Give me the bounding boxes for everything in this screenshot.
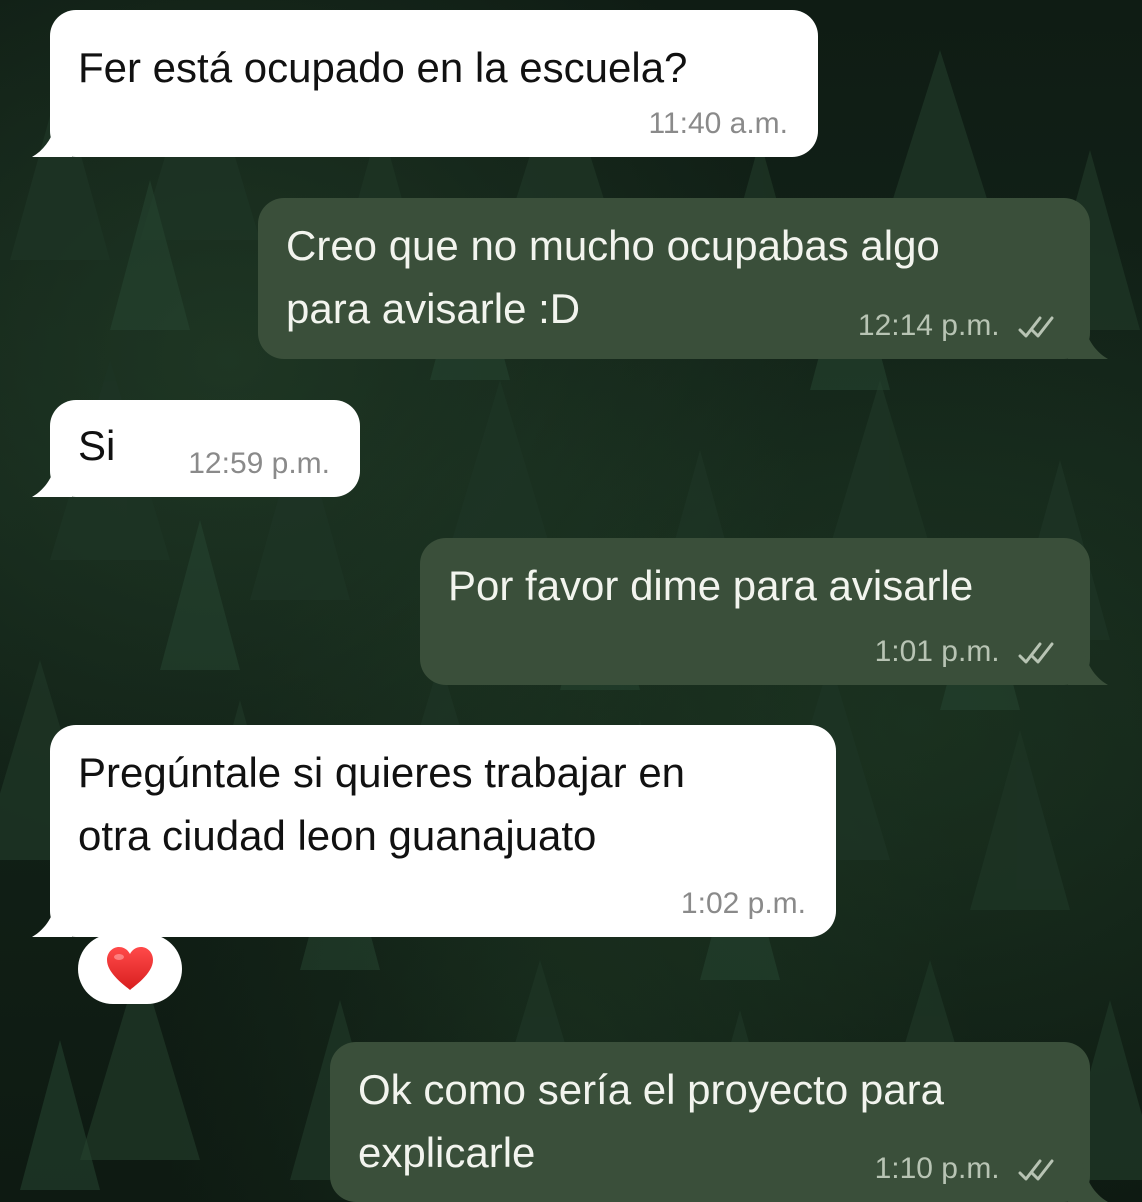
bubble-tail [1068, 645, 1108, 685]
message-time: 12:59 p.m. [188, 447, 330, 480]
double-check-icon [1018, 316, 1054, 338]
message-time: 12:14 p.m. [857, 309, 1000, 342]
outgoing-message[interactable]: Ok como sería el proyecto para explicarl… [330, 1042, 1108, 1202]
heart-icon [107, 947, 153, 990]
message-meta: 1:10 p.m. [875, 1152, 1062, 1186]
message-reaction[interactable] [78, 934, 182, 1004]
message-text: Fer está ocupado en la escuela? [78, 44, 688, 91]
bubble-tail [32, 457, 72, 497]
incoming-message[interactable]: Fer está ocupado en la escuela? 11:40 a.… [32, 10, 818, 157]
bubble-tail [1068, 1162, 1108, 1202]
message-time: 11:40 a.m. [648, 107, 788, 140]
double-check-icon [1018, 1159, 1054, 1181]
message-text: Si [78, 422, 116, 469]
double-check-icon [1018, 642, 1054, 664]
message-meta: 1:01 p.m. [875, 635, 1062, 669]
outgoing-message[interactable]: Creo que no mucho ocupabas algo para avi… [258, 198, 1108, 359]
bubble-tail [1068, 319, 1108, 359]
message-time: 1:02 p.m. [680, 887, 806, 920]
bubble-tail [32, 897, 72, 937]
message-text: Ok como sería el proyecto para explicarl… [358, 1066, 944, 1176]
message-time: 1:10 p.m. [874, 1152, 1000, 1185]
message-list[interactable]: Fer está ocupado en la escuela? 11:40 a.… [0, 0, 1142, 1202]
message-text: Pregúntale si quieres trabajar en otra c… [78, 749, 686, 859]
incoming-message[interactable]: Si 12:59 p.m. [32, 400, 360, 497]
bubble-tail [32, 117, 72, 157]
incoming-message[interactable]: Pregúntale si quieres trabajar en otra c… [32, 725, 836, 937]
message-time: 1:01 p.m. [874, 635, 1000, 668]
outgoing-message[interactable]: Por favor dime para avisarle 1:01 p.m. [420, 538, 1108, 685]
message-meta: 12:14 p.m. [858, 309, 1062, 343]
message-text: Por favor dime para avisarle [448, 562, 974, 609]
message-text: Creo que no mucho ocupabas algo para avi… [286, 222, 940, 332]
